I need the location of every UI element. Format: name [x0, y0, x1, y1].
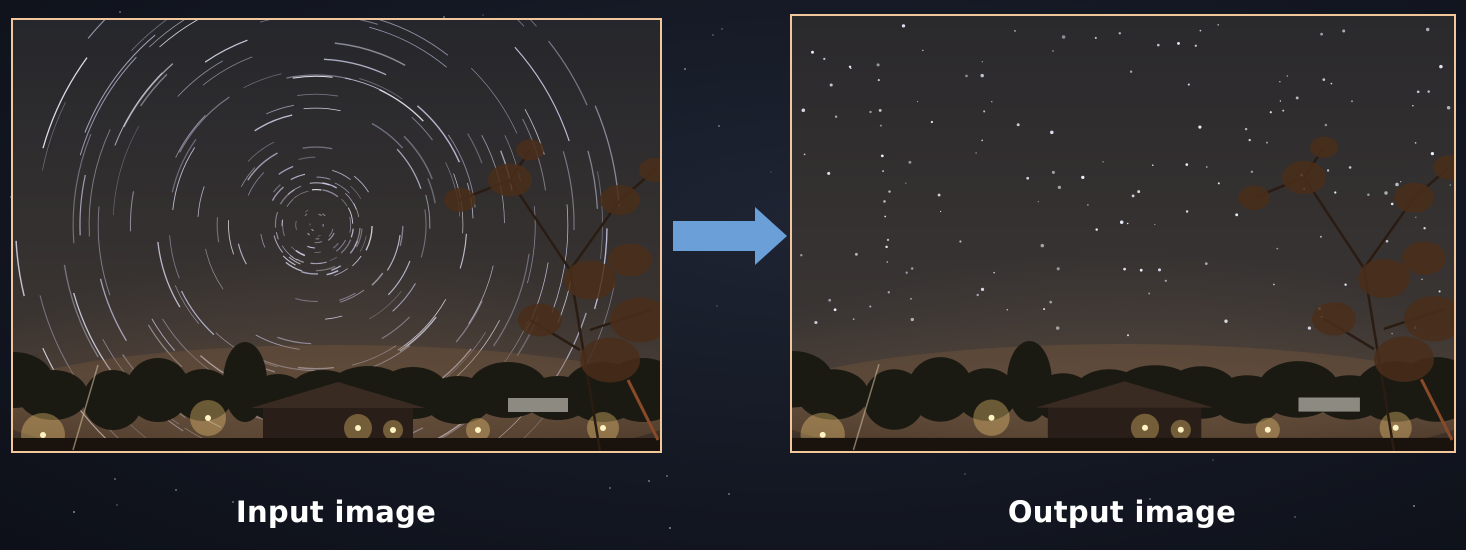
input-caption: Input image: [235, 495, 437, 529]
input-image: [11, 18, 662, 453]
star-trails-photo: [13, 20, 660, 451]
output-caption: Output image: [1007, 495, 1237, 529]
output-image: [790, 14, 1456, 453]
point-stars-photo: [792, 16, 1454, 451]
right-arrow-icon: [673, 207, 787, 265]
arrow-shape: [673, 207, 787, 265]
